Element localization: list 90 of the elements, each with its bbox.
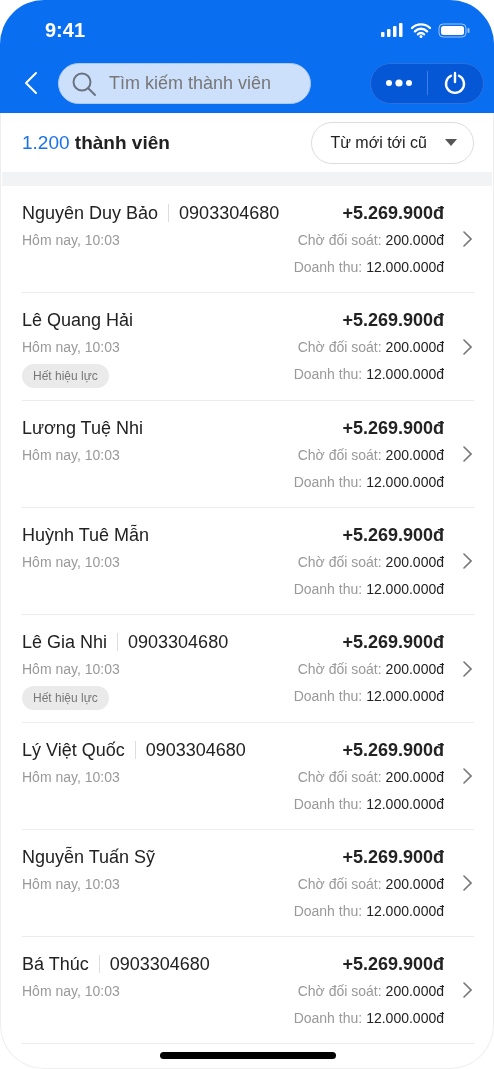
member-phone: 0903304680 bbox=[128, 631, 229, 653]
member-name: Lương Tuệ Nhi bbox=[22, 417, 143, 439]
chevron-right-icon bbox=[462, 982, 472, 998]
status-time: 9:41 bbox=[45, 18, 86, 42]
revenue-label: Doanh thu: bbox=[293, 902, 363, 921]
revenue-label: Doanh thu: bbox=[293, 580, 363, 599]
member-name: Nguyễn Tuấn Sỹ bbox=[22, 846, 156, 868]
revenue-label: Doanh thu: bbox=[293, 1009, 363, 1028]
member-name: Nguyên Duy Bảo bbox=[22, 202, 159, 224]
chevron-right-icon bbox=[462, 660, 472, 677]
pending-value: 200.000đ bbox=[385, 553, 444, 572]
pending-label: Chờ đối soát: bbox=[297, 553, 382, 572]
member-row[interactable]: Lê Quang Hải Hôm nay, 10:03 Hết hiệu lực +5.269.900đ Chờ đối soát: 200.000đ Doanh thu: 12.000.000đ bbox=[22, 293, 474, 401]
member-time: Hôm nay, 10:03 bbox=[22, 768, 120, 787]
member-phone: 0903304680 bbox=[109, 953, 210, 975]
member-name: Lê Quang Hải bbox=[22, 309, 134, 331]
member-row[interactable]: Nguyễn Tuấn Sỹ Hôm nay, 10:03 +5.269.900đ Chờ đối soát: 200.000đ Doanh thu: 12.000.000đ bbox=[22, 830, 474, 937]
member-name: Lý Việt Quốc bbox=[22, 739, 125, 761]
pending-value: 200.000đ bbox=[385, 768, 444, 787]
pending-label: Chờ đối soát: bbox=[297, 338, 382, 357]
pending-label: Chờ đối soát: bbox=[297, 982, 382, 1001]
member-phone: 0903304680 bbox=[179, 202, 280, 224]
pending-value: 200.000đ bbox=[385, 231, 444, 250]
revenue-label: Doanh thu: bbox=[293, 687, 363, 706]
chevron-right-icon bbox=[462, 875, 472, 891]
chevron-right-icon bbox=[462, 553, 472, 569]
chevron-right-icon bbox=[462, 338, 472, 355]
status-badge: Hết hiệu lực bbox=[22, 686, 109, 710]
member-amount: +5.269.900đ bbox=[342, 524, 444, 547]
member-time: Hôm nay, 10:03 bbox=[22, 446, 120, 465]
pending-label: Chờ đối soát: bbox=[297, 231, 382, 250]
member-amount: +5.269.900đ bbox=[342, 739, 444, 762]
member-name: Bá Thúc bbox=[22, 953, 89, 975]
revenue-value: 12.000.000đ bbox=[366, 365, 444, 384]
member-count: 1.200 thành viên bbox=[22, 131, 170, 154]
chevron-right-icon bbox=[462, 768, 472, 784]
member-amount: +5.269.900đ bbox=[342, 846, 444, 869]
pending-value: 200.000đ bbox=[385, 660, 444, 679]
member-amount: +5.269.900đ bbox=[342, 309, 444, 332]
pending-value: 200.000đ bbox=[385, 875, 444, 894]
member-time: Hôm nay, 10:03 bbox=[22, 982, 120, 1001]
revenue-value: 12.000.000đ bbox=[366, 473, 444, 492]
signal-icon bbox=[380, 23, 404, 37]
member-phone: 0903304680 bbox=[145, 739, 246, 761]
member-row[interactable]: Huỳnh Tuê Mẫn Hôm nay, 10:03 +5.269.900đ Chờ đối soát: 200.000đ Doanh thu: 12.000.000đ bbox=[22, 508, 474, 615]
revenue-label: Doanh thu: bbox=[293, 473, 363, 492]
chevron-right-icon bbox=[462, 446, 472, 462]
dots-icon bbox=[384, 79, 413, 87]
member-time: Hôm nay, 10:03 bbox=[22, 231, 120, 250]
revenue-label: Doanh thu: bbox=[293, 365, 363, 384]
pending-value: 200.000đ bbox=[385, 446, 444, 465]
pending-value: 200.000đ bbox=[385, 338, 444, 357]
member-row[interactable]: Lý Việt Quốc 0903304680 Hôm nay, 10:03 +5.269.900đ Chờ đối soát: 200.000đ Doanh thu: 12.000.000đ bbox=[22, 723, 474, 830]
member-row[interactable]: Lê Gia Nhi 0903304680 Hôm nay, 10:03 Hết hiệu lực +5.269.900đ Chờ đối soát: 200.000đ Doanh thu: 12.000.000đ bbox=[22, 615, 474, 723]
caret-icon bbox=[445, 139, 457, 146]
member-amount: +5.269.900đ bbox=[342, 417, 444, 440]
revenue-value: 12.000.000đ bbox=[366, 258, 444, 277]
revenue-label: Doanh thu: bbox=[293, 258, 363, 277]
member-time: Hôm nay, 10:03 bbox=[22, 875, 120, 894]
search-field[interactable]: Tìm kiếm thành viên bbox=[58, 62, 311, 104]
revenue-value: 12.000.000đ bbox=[366, 902, 444, 921]
member-amount: +5.269.900đ bbox=[342, 202, 444, 225]
revenue-value: 12.000.000đ bbox=[366, 580, 444, 599]
chevron-left-icon bbox=[24, 71, 38, 95]
revenue-label: Doanh thu: bbox=[293, 795, 363, 814]
member-name: Huỳnh Tuê Mẫn bbox=[22, 524, 150, 546]
wifi-icon bbox=[411, 22, 431, 38]
chevron-right-icon bbox=[462, 231, 472, 247]
member-row[interactable]: Lương Tuệ Nhi Hôm nay, 10:03 +5.269.900đ Chờ đối soát: 200.000đ Doanh thu: 12.000.000đ bbox=[22, 401, 474, 508]
revenue-value: 12.000.000đ bbox=[366, 1009, 444, 1028]
sort-dropdown[interactable]: Từ mới tới cũ bbox=[311, 121, 474, 164]
member-amount: +5.269.900đ bbox=[342, 631, 444, 654]
member-row[interactable]: Bá Thúc 0903304680 Hôm nay, 10:03 +5.269.900đ Chờ đối soát: 200.000đ Doanh thu: 12.000.000đ bbox=[22, 937, 474, 1044]
member-time: Hôm nay, 10:03 bbox=[22, 660, 120, 679]
member-time: Hôm nay, 10:03 bbox=[22, 338, 120, 357]
member-time: Hôm nay, 10:03 bbox=[22, 553, 120, 572]
battery-icon bbox=[438, 22, 470, 38]
search-icon bbox=[71, 70, 97, 97]
pending-label: Chờ đối soát: bbox=[297, 660, 382, 679]
member-amount: +5.269.900đ bbox=[342, 953, 444, 976]
pending-label: Chờ đối soát: bbox=[297, 446, 382, 465]
power-icon bbox=[443, 71, 468, 95]
pending-label: Chờ đối soát: bbox=[297, 768, 382, 787]
revenue-value: 12.000.000đ bbox=[366, 687, 444, 706]
member-row[interactable]: Nguyên Duy Bảo 0903304680 Hôm nay, 10:03 +5.269.900đ Chờ đối soát: 200.000đ Doanh thu: 12.000.000đ bbox=[22, 186, 474, 293]
pending-label: Chờ đối soát: bbox=[297, 875, 382, 894]
member-name: Lê Gia Nhi bbox=[22, 631, 108, 653]
revenue-value: 12.000.000đ bbox=[366, 795, 444, 814]
pending-value: 200.000đ bbox=[385, 982, 444, 1001]
status-badge: Hết hiệu lực bbox=[22, 364, 109, 388]
